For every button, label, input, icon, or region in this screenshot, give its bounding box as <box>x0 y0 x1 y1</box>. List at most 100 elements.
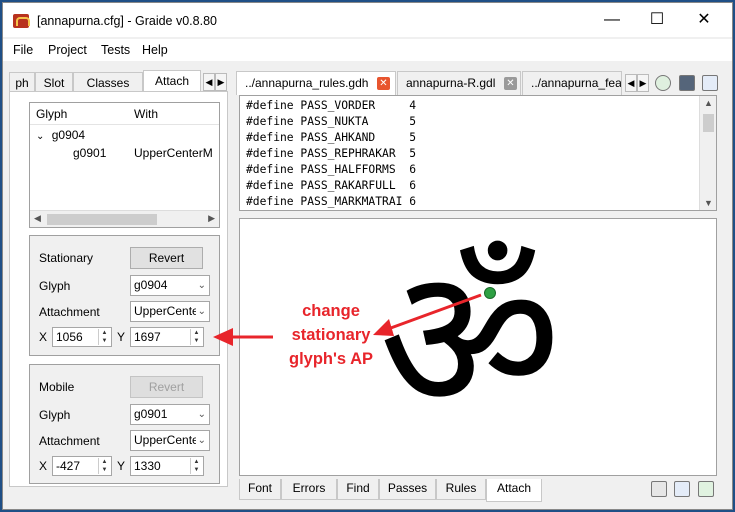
tab-annapurna-rules[interactable]: ../annapurna_rules.gdh ✕ <box>236 71 396 95</box>
close-window-button[interactable]: ✕ <box>682 6 726 34</box>
glyph-display: ॐ <box>378 224 562 457</box>
stationary-y-spinbox[interactable]: 1697 ▲ ▼ <box>130 327 204 347</box>
menu-project[interactable]: Project <box>48 43 87 57</box>
menu-file[interactable]: File <box>13 43 33 57</box>
add-icon[interactable] <box>698 481 714 497</box>
tree-horizontal-scrollbar[interactable]: ◀ ▶ <box>30 210 219 227</box>
copy-icon[interactable] <box>702 75 718 91</box>
stationary-x-label: X <box>39 330 48 344</box>
chevron-down-icon: ⌄ <box>195 431 206 450</box>
mobile-attachment-label: Attachment <box>39 434 100 448</box>
column-with[interactable]: With <box>134 107 158 121</box>
scroll-left-icon[interactable]: ◀ <box>34 213 41 224</box>
stationary-x-value: 1056 <box>56 330 83 344</box>
stationary-y-label: Y <box>117 330 126 344</box>
scrollbar-thumb[interactable] <box>47 214 157 225</box>
mobile-y-value: 1330 <box>134 459 161 473</box>
save-icon[interactable] <box>679 75 695 91</box>
title-bar: [annapurna.cfg] - Graide v0.8.80 — ☐ ✕ <box>3 3 732 37</box>
spin-arrows-icon[interactable]: ▲ ▼ <box>190 458 202 474</box>
scroll-down-icon[interactable]: ▼ <box>704 198 713 208</box>
left-panel: ph Slot Classes Attach ◀ ▶ Glyph With ⌄ … <box>9 67 228 497</box>
tab-passes[interactable]: Passes <box>379 479 436 500</box>
mobile-glyph-select[interactable]: g0901 ⌄ <box>130 404 210 425</box>
tab-font[interactable]: Font <box>239 479 281 500</box>
mobile-title: Mobile <box>39 380 75 394</box>
code-line: #define PASS_REPHRAKAR 5 <box>246 147 417 160</box>
mobile-x-spinbox[interactable]: -427 ▲ ▼ <box>52 456 112 476</box>
annotation-line: glyph's AP <box>289 350 373 368</box>
spin-arrows-icon[interactable]: ▲ ▼ <box>98 329 110 345</box>
tree-child-with: UpperCenterM <box>134 146 213 160</box>
tab-rules[interactable]: Rules <box>436 479 486 500</box>
stationary-attachment-select[interactable]: UpperCente ⌄ <box>130 301 210 322</box>
stationary-y-value: 1697 <box>134 330 161 344</box>
save-icon[interactable] <box>674 481 690 497</box>
tab-label: ../annapurna_fea <box>531 76 622 90</box>
minimize-button[interactable]: — <box>590 6 634 34</box>
close-tab-icon[interactable]: ✕ <box>504 77 517 90</box>
mobile-group: Mobile Revert Glyph g0901 ⌄ Attachment U… <box>29 364 220 484</box>
close-tab-icon[interactable]: ✕ <box>377 77 390 90</box>
scroll-right-icon[interactable]: ▶ <box>208 213 215 224</box>
code-line: #define PASS_AHKAND 5 <box>246 131 417 144</box>
code-line: #define PASS_HALFFORMS 6 <box>246 163 417 176</box>
app-icon <box>13 14 30 28</box>
tab-label: annapurna-R.gdl <box>406 76 496 90</box>
annotation-line: stationary <box>291 326 371 344</box>
spin-arrows-icon[interactable]: ▲ ▼ <box>190 329 202 345</box>
mobile-x-label: X <box>39 459 48 473</box>
stationary-group: Stationary Revert Glyph g0904 ⌄ Attachme… <box>29 235 220 356</box>
stationary-x-spinbox[interactable]: 1056 ▲ ▼ <box>52 327 112 347</box>
menu-help[interactable]: Help <box>142 43 168 57</box>
stationary-glyph-select[interactable]: g0904 ⌄ <box>130 275 210 296</box>
doc-tab-scroll-right-icon[interactable]: ▶ <box>637 74 649 92</box>
tree-child-glyph: g0901 <box>73 146 107 160</box>
tree-header: Glyph With <box>30 103 219 125</box>
mobile-y-spinbox[interactable]: 1330 ▲ ▼ <box>130 456 204 476</box>
tab-annapurna-fea[interactable]: ../annapurna_fea <box>522 71 622 95</box>
code-line: #define PASS_MARKMATRAI 6 <box>246 195 417 208</box>
tab-scroll-right-icon[interactable]: ▶ <box>215 73 227 91</box>
attachment-tree[interactable]: Glyph With ⌄ g0904 g0901 UpperCenterM ◀ … <box>29 102 220 228</box>
code-vertical-scrollbar[interactable]: ▲ ▼ <box>699 96 716 210</box>
window-title: [annapurna.cfg] - Graide v0.8.80 <box>37 14 217 28</box>
mobile-y-label: Y <box>117 459 126 473</box>
attachment-point-dot[interactable] <box>484 287 496 299</box>
annotation-text: change stationary glyph's AP <box>271 299 391 371</box>
tree-row-child[interactable]: g0901 <box>73 146 106 164</box>
stationary-glyph-label: Glyph <box>39 279 71 293</box>
tab-annapurna-r-gdl[interactable]: annapurna-R.gdl ✕ <box>397 71 521 95</box>
column-glyph[interactable]: Glyph <box>36 107 67 121</box>
chevron-down-icon[interactable]: ⌄ <box>36 131 44 142</box>
wrench-icon[interactable] <box>651 481 667 497</box>
scrollbar-thumb[interactable] <box>703 114 714 132</box>
spin-arrows-icon[interactable]: ▲ ▼ <box>98 458 110 474</box>
menu-tests[interactable]: Tests <box>101 43 130 57</box>
tab-find[interactable]: Find <box>337 479 379 500</box>
attach-pane: Glyph With ⌄ g0904 g0901 UpperCenterM ◀ … <box>9 91 228 487</box>
maximize-button[interactable]: ☐ <box>635 6 679 34</box>
tree-row-parent[interactable]: ⌄ g0904 <box>36 128 85 146</box>
mobile-revert-button[interactable]: Revert <box>130 376 203 398</box>
stationary-title: Stationary <box>39 251 94 265</box>
chevron-down-icon: ⌄ <box>195 302 206 321</box>
tree-parent-glyph: g0904 <box>51 128 86 142</box>
tab-attach-bottom[interactable]: Attach <box>486 479 542 502</box>
code-editor[interactable]: #define PASS_VORDER 4 #define PASS_NUKTA… <box>239 95 717 211</box>
bottom-tabs: Font Errors Find Passes Rules Attach <box>239 479 549 502</box>
scroll-up-icon[interactable]: ▲ <box>704 98 713 108</box>
mobile-attachment-value: UpperCente <box>134 433 199 447</box>
stationary-glyph-value: g0904 <box>134 278 168 292</box>
verify-icon[interactable] <box>655 75 671 91</box>
menu-bar: File Project Tests Help <box>3 39 732 61</box>
tab-errors[interactable]: Errors <box>281 479 337 500</box>
doc-tab-scroll-left-icon[interactable]: ◀ <box>625 74 637 92</box>
code-line: #define PASS_RAKARFULL 6 <box>246 179 417 192</box>
tab-scroll-left-icon[interactable]: ◀ <box>203 73 215 91</box>
stationary-attachment-label: Attachment <box>39 305 100 319</box>
mobile-attachment-select[interactable]: UpperCente ⌄ <box>130 430 210 451</box>
stationary-revert-button[interactable]: Revert <box>130 247 203 269</box>
app-window: [annapurna.cfg] - Graide v0.8.80 — ☐ ✕ F… <box>2 2 733 510</box>
annotation-line: change <box>302 302 360 320</box>
